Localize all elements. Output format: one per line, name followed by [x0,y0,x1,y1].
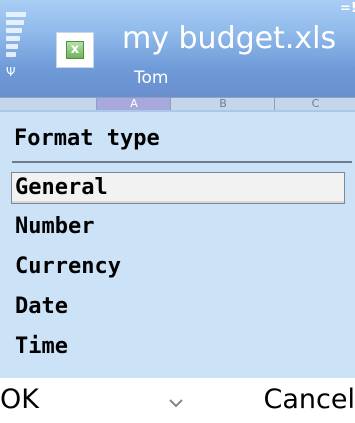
excel-file-icon: x [56,32,94,68]
cancel-softkey[interactable]: Cancel [264,384,355,416]
softkey-bar: OK Cancel [0,378,355,423]
antenna-icon: Ψ [6,65,16,79]
column-header-a[interactable]: A [96,98,171,110]
format-type-popup: Format type General Number Currency Date… [0,110,355,378]
document-title: my budget.xls [122,21,337,56]
menu-item-time[interactable]: Time [11,332,345,364]
status-indicator: =! [340,1,355,16]
menu-item-date[interactable]: Date [11,292,345,324]
popup-divider [12,161,352,163]
menu-item-currency[interactable]: Currency [11,252,345,284]
menu-item-general[interactable]: General [11,172,345,204]
document-owner: Tom [134,68,169,88]
column-header-c[interactable]: C [274,98,355,110]
column-header-strip: A B C [0,97,355,110]
ok-softkey[interactable]: OK [0,384,39,416]
menu-item-number[interactable]: Number [11,212,345,244]
signal-strength-icon [6,12,26,60]
title-bar: Ψ x my budget.xls Tom =! [0,0,355,97]
chevron-down-icon[interactable] [167,396,185,410]
column-header-b[interactable]: B [170,98,275,110]
popup-heading: Format type [14,126,160,151]
